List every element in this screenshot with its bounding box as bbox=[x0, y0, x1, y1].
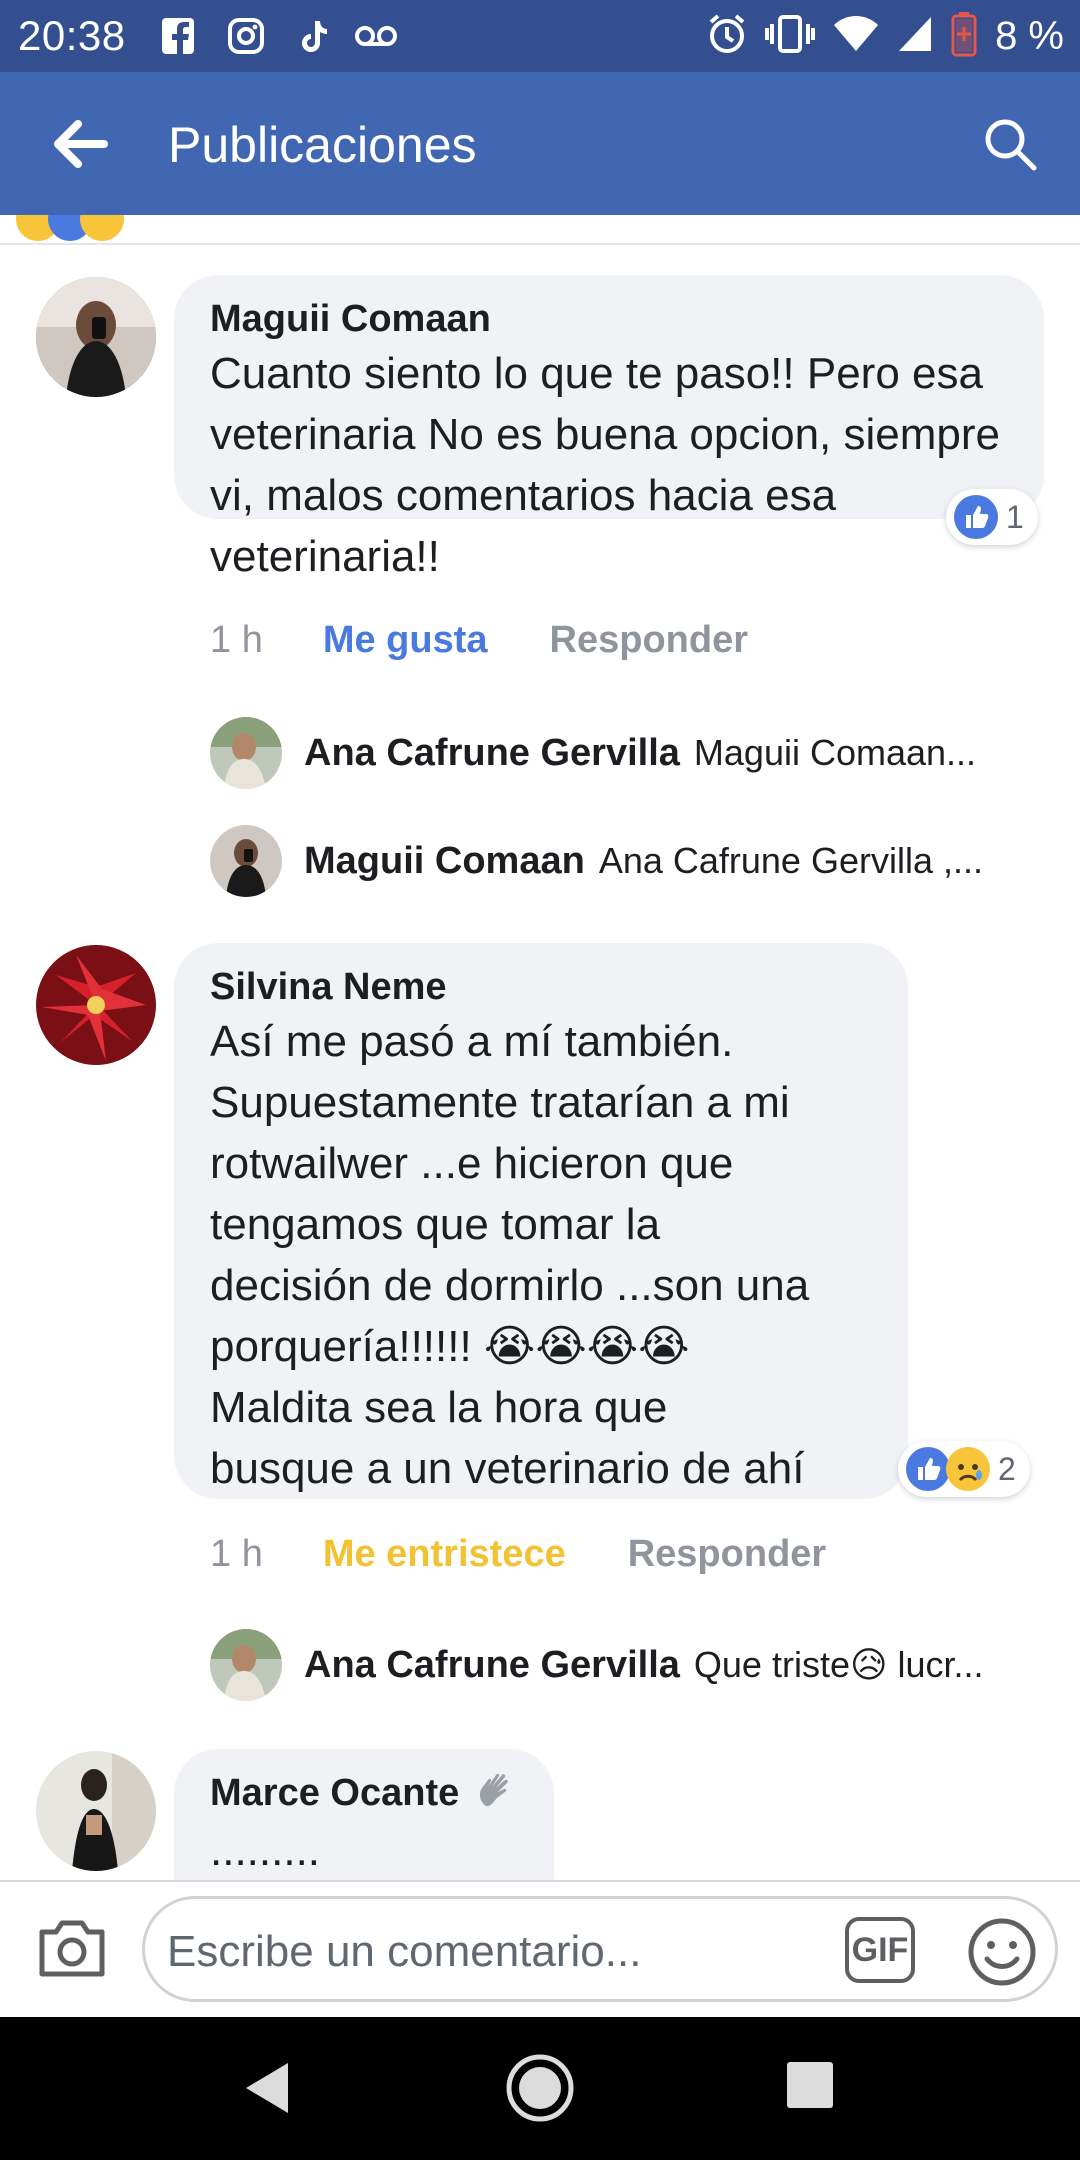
like-reaction-icon bbox=[906, 1447, 950, 1491]
comment-time: 1 h bbox=[210, 1533, 263, 1575]
comment-author[interactable]: Maguii Comaan bbox=[210, 295, 1008, 343]
comment-bubble[interactable]: Marce Ocante ......... bbox=[174, 1749, 554, 1880]
wave-hand-icon bbox=[476, 1770, 512, 1820]
facebook-icon bbox=[158, 14, 198, 58]
reaction-count: 2 bbox=[998, 1450, 1016, 1487]
status-right-icons: 8 % bbox=[707, 10, 1064, 62]
emoji-icon[interactable] bbox=[967, 1917, 1037, 1987]
comment-text: ......... bbox=[210, 1825, 321, 1875]
avatar[interactable] bbox=[36, 945, 156, 1065]
reply-text: Ana Cafrune Gervilla ,... bbox=[598, 840, 983, 881]
like-button[interactable]: Me gusta bbox=[323, 619, 488, 662]
comment-text-line: Así me pasó a mí también. bbox=[210, 1017, 734, 1066]
status-bar: 20:38 8 % bbox=[0, 0, 1080, 72]
reply-author[interactable]: Ana Cafrune Gervilla bbox=[304, 732, 680, 775]
like-reaction-icon bbox=[954, 495, 998, 539]
avatar bbox=[210, 717, 282, 789]
battery-percent: 8 % bbox=[995, 13, 1064, 58]
alarm-icon bbox=[707, 13, 747, 60]
reply-author[interactable]: Ana Cafrune Gervilla bbox=[304, 1644, 680, 1687]
system-nav-bar bbox=[0, 2017, 1080, 2160]
comment-actions: 1 h Me entristece Responder bbox=[210, 1533, 826, 1576]
comment-author[interactable]: Silvina Neme bbox=[210, 963, 872, 1011]
avatar[interactable] bbox=[36, 277, 156, 397]
comment-text: Así me pasó a mí también. Supuestamente … bbox=[210, 1011, 872, 1499]
reply-preview[interactable]: Ana Cafrune Gervilla Que triste😥 lucr... bbox=[210, 1629, 984, 1701]
reply-button[interactable]: Responder bbox=[550, 619, 748, 662]
sad-reaction-button[interactable]: Me entristece bbox=[323, 1533, 566, 1576]
app-bar: Publicaciones bbox=[0, 72, 1080, 215]
comment-author[interactable]: Marce Ocante bbox=[210, 1769, 518, 1820]
nav-recents-icon[interactable] bbox=[786, 2061, 834, 2114]
wifi-icon bbox=[833, 15, 879, 58]
status-time: 20:38 bbox=[18, 12, 126, 59]
comment-time: 1 h bbox=[210, 619, 263, 661]
comment-actions: 1 h Me gusta Responder bbox=[210, 619, 748, 662]
signal-icon bbox=[897, 15, 933, 58]
instagram-icon bbox=[224, 14, 268, 58]
comment-text-line: porquería!!!!!! 😭😭😭😭 bbox=[210, 1322, 690, 1371]
partial-reaction-icons bbox=[16, 215, 124, 241]
arrow-left-icon[interactable] bbox=[50, 116, 110, 172]
comment-placeholder: Escribe un comentario... bbox=[167, 1927, 642, 1976]
reply-text: Maguii Comaan... bbox=[693, 732, 977, 773]
reply-preview[interactable]: Ana Cafrune Gervilla Maguii Comaan... bbox=[210, 717, 976, 789]
tiktok-icon bbox=[296, 14, 332, 58]
reply-author[interactable]: Maguii Comaan bbox=[304, 840, 585, 883]
nav-back-icon[interactable] bbox=[244, 2061, 290, 2120]
voicemail-icon bbox=[352, 14, 400, 58]
page-title: Publicaciones bbox=[168, 117, 477, 173]
comment-text-line: rotwailwer ...e hicieron que bbox=[210, 1139, 734, 1188]
comment-text-line: decisión de dormirlo ...son una bbox=[210, 1261, 810, 1310]
avatar[interactable] bbox=[36, 1751, 156, 1871]
reaction-summary[interactable]: 2 bbox=[898, 1441, 1030, 1497]
comment-text-line: tengamos que tomar la bbox=[210, 1200, 661, 1249]
camera-icon[interactable] bbox=[36, 1916, 108, 1980]
comment-bubble[interactable]: Maguii Comaan Cuanto siento lo que te pa… bbox=[174, 275, 1044, 581]
gif-button[interactable]: GIF bbox=[845, 1917, 915, 1983]
reply-preview[interactable]: Maguii Comaan Ana Cafrune Gervilla ,... bbox=[210, 825, 983, 897]
comment-text-line: Supuestamente tratarían a mi bbox=[210, 1078, 790, 1127]
reaction-count: 1 bbox=[1006, 498, 1024, 535]
comment-text-line: Maldita sea la hora que bbox=[210, 1383, 668, 1432]
divider bbox=[0, 243, 1080, 245]
comment-bubble[interactable]: Silvina Neme Así me pasó a mí también. S… bbox=[174, 943, 908, 1499]
comment-input[interactable]: Escribe un comentario... GIF bbox=[142, 1896, 1058, 2002]
reply-text: Que triste😥 lucr... bbox=[693, 1644, 984, 1685]
comment-composer: Escribe un comentario... GIF bbox=[0, 1880, 1080, 2017]
avatar bbox=[210, 825, 282, 897]
avatar bbox=[210, 1629, 282, 1701]
comment-author-name: Marce Ocante bbox=[210, 1772, 460, 1814]
sad-reaction-icon bbox=[80, 215, 124, 241]
search-icon[interactable] bbox=[982, 116, 1038, 172]
nav-home-icon[interactable] bbox=[505, 2053, 575, 2128]
reply-button[interactable]: Responder bbox=[628, 1533, 826, 1576]
vibrate-icon bbox=[765, 14, 816, 59]
battery-icon bbox=[951, 11, 977, 62]
sad-reaction-icon bbox=[946, 1447, 990, 1491]
comment-text: Cuanto siento lo que te paso!! Pero esa … bbox=[210, 349, 1001, 581]
comments-feed[interactable]: Maguii Comaan Cuanto siento lo que te pa… bbox=[0, 215, 1080, 1880]
reaction-summary[interactable]: 1 bbox=[946, 489, 1038, 545]
comment-text-line: busque a un veterinario de ahí bbox=[210, 1444, 805, 1493]
